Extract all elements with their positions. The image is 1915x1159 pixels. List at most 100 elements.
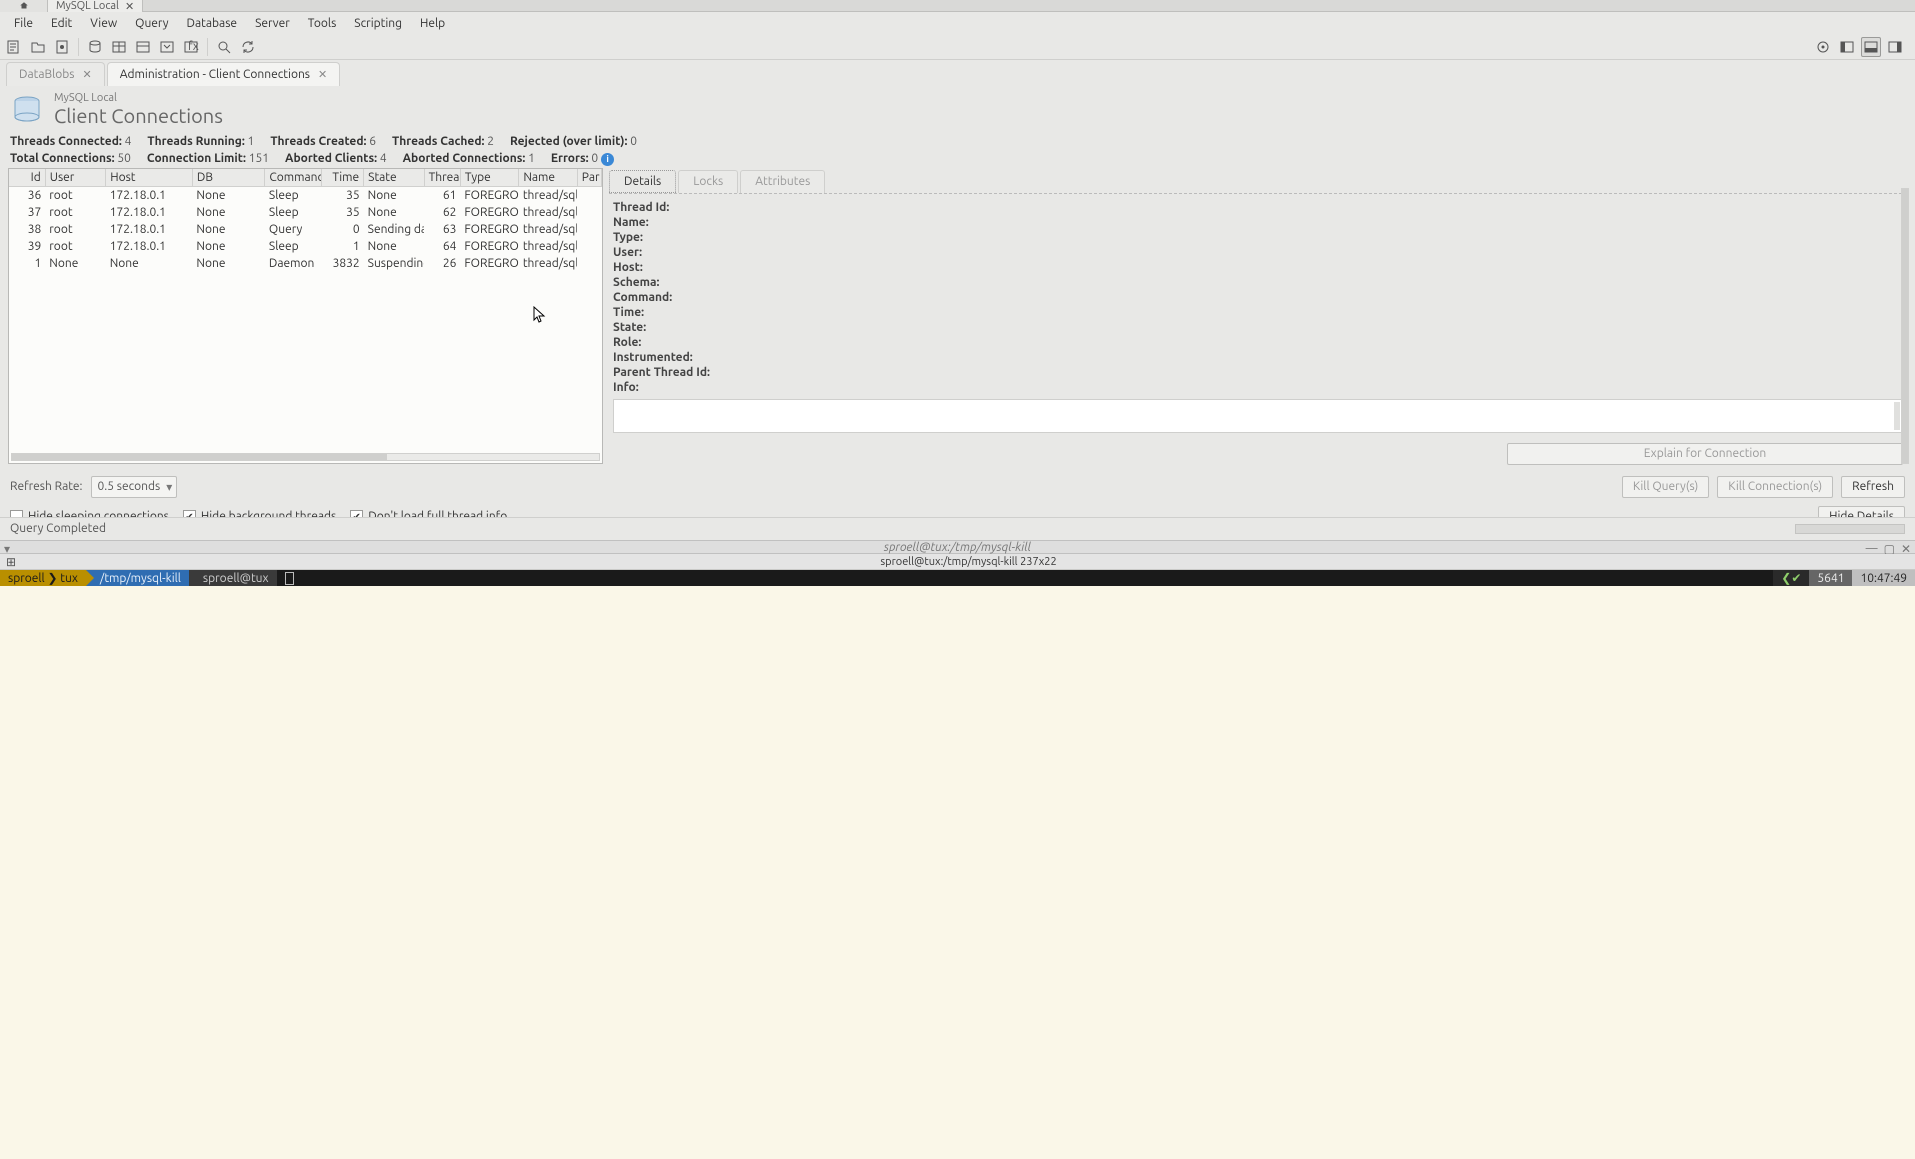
detail-info: Info: — [613, 380, 1903, 395]
document-tab-bar: DataBlobs ✕ Administration - Client Conn… — [0, 60, 1915, 86]
table-row[interactable]: 36root172.18.0.1NoneSleep35None61FOREGRO… — [9, 187, 602, 205]
col-name[interactable]: Name — [519, 169, 577, 187]
svg-text:fx: fx — [188, 40, 199, 53]
detail-host: Host: — [613, 260, 1903, 275]
menu-bar: File Edit View Query Database Server Too… — [0, 12, 1915, 34]
vertical-scrollbar[interactable] — [1894, 402, 1900, 430]
col-time[interactable]: Time — [321, 169, 363, 187]
col-host[interactable]: Host — [106, 169, 193, 187]
table-row[interactable]: 37root172.18.0.1NoneSleep35None62FOREGRO… — [9, 204, 602, 221]
close-icon[interactable]: ✕ — [83, 68, 92, 81]
detail-tab-bar: Details Locks Attributes — [609, 170, 1907, 193]
close-icon[interactable]: ✕ — [125, 0, 134, 13]
kill-query-button[interactable]: Kill Query(s) — [1622, 476, 1709, 498]
db-add-icon[interactable] — [85, 37, 105, 57]
reconnect-icon[interactable] — [238, 37, 258, 57]
tab-attributes[interactable]: Attributes — [740, 170, 825, 193]
settings-icon[interactable] — [1813, 37, 1833, 57]
page-subtitle: MySQL Local — [54, 92, 223, 104]
page-title: Client Connections — [54, 104, 223, 127]
stats-row-2: Total Connections: 50 Connection Limit: … — [0, 150, 1915, 168]
stat-value: 2 — [487, 135, 494, 148]
stats-row-1: Threads Connected: 4 Threads Running: 1 … — [0, 133, 1915, 150]
sql-script-icon[interactable] — [52, 37, 72, 57]
db-table-icon[interactable] — [109, 37, 129, 57]
tab-datablobs[interactable]: DataBlobs ✕ — [6, 62, 105, 86]
status-bar: Query Completed — [0, 517, 1915, 539]
refresh-rate-select[interactable]: 0.5 seconds ▾ — [91, 476, 178, 498]
stat-value: 151 — [249, 152, 269, 165]
panel-left-icon[interactable] — [1837, 37, 1857, 57]
col-type[interactable]: Type — [460, 169, 518, 187]
stat-value: 1 — [248, 135, 255, 148]
status-scrollbar[interactable] — [1795, 524, 1905, 534]
menu-query[interactable]: Query — [127, 15, 176, 32]
tab-locks[interactable]: Locks — [678, 170, 738, 193]
server-icon — [10, 93, 44, 127]
pane-split-icon[interactable]: ⊞ — [0, 555, 22, 569]
menu-help[interactable]: Help — [412, 15, 453, 32]
terminal-title-bar[interactable]: ▾ sproell@tux:/tmp/mysql-kill —▢✕ — [0, 540, 1915, 554]
db-view-icon[interactable] — [133, 37, 153, 57]
terminal-cursor — [285, 572, 294, 585]
prompt-user: sproell ❯ tux — [0, 570, 86, 586]
tab-details[interactable]: Details — [609, 170, 676, 193]
explain-button[interactable]: Explain for Connection — [1507, 443, 1903, 465]
terminal-body[interactable] — [0, 586, 1915, 1159]
close-icon[interactable]: ✕ — [318, 68, 327, 81]
detail-instrumented: Instrumented: — [613, 350, 1903, 365]
search-icon[interactable] — [214, 37, 234, 57]
status-text: Query Completed — [10, 522, 106, 535]
menu-tools[interactable]: Tools — [300, 15, 345, 32]
terminal-tab-title: sproell@tux:/tmp/mysql-kill 237x22 — [22, 556, 1915, 568]
detail-user: User: — [613, 245, 1903, 260]
info-icon[interactable]: i — [601, 153, 614, 166]
connection-tab-label: MySQL Local — [56, 0, 119, 12]
tool-bar: fx — [0, 34, 1915, 60]
home-tab[interactable] — [0, 0, 48, 12]
col-db[interactable]: DB — [192, 169, 265, 187]
col-parent[interactable]: Par — [577, 169, 601, 187]
open-sql-icon[interactable] — [28, 37, 48, 57]
refresh-rate-label: Refresh Rate: — [10, 480, 83, 493]
menu-edit[interactable]: Edit — [43, 15, 80, 32]
col-state[interactable]: State — [364, 169, 424, 187]
menu-server[interactable]: Server — [247, 15, 298, 32]
stat-label: Connection Limit: — [147, 152, 246, 165]
connection-tab[interactable]: MySQL Local ✕ — [48, 0, 143, 12]
terminal-prompt[interactable]: sproell ❯ tux /tmp/mysql-kill sproell@tu… — [0, 570, 1915, 586]
new-sql-icon[interactable] — [4, 37, 24, 57]
detail-parent: Parent Thread Id: — [613, 365, 1903, 380]
detail-name: Name: — [613, 215, 1903, 230]
menu-view[interactable]: View — [82, 15, 125, 32]
menu-file[interactable]: File — [6, 15, 41, 32]
refresh-button[interactable]: Refresh — [1841, 476, 1905, 498]
col-user[interactable]: User — [45, 169, 105, 187]
col-id[interactable]: Id — [9, 169, 45, 187]
menu-scripting[interactable]: Scripting — [346, 15, 410, 32]
info-textarea[interactable] — [613, 399, 1903, 433]
connections-table[interactable]: Id User Host DB Command Time State Threa… — [8, 168, 603, 464]
panel-right-icon[interactable] — [1885, 37, 1905, 57]
table-row[interactable]: 39root172.18.0.1NoneSleep1None64FOREGROU… — [9, 238, 602, 255]
panel-bottom-icon[interactable] — [1861, 37, 1881, 57]
stat-value: 4 — [380, 152, 387, 165]
table-row[interactable]: 1NoneNoneNoneDaemon3832Suspending26FOREG… — [9, 255, 602, 272]
chevron-down-icon: ▾ — [166, 480, 172, 494]
prompt-path: /tmp/mysql-kill — [86, 570, 189, 586]
db-func-icon[interactable]: fx — [181, 37, 201, 57]
db-proc-icon[interactable] — [157, 37, 177, 57]
stat-label: Total Connections: — [10, 152, 115, 165]
horizontal-scrollbar[interactable] — [11, 453, 600, 461]
vertical-scrollbar[interactable] — [1901, 188, 1909, 464]
detail-state: State: — [613, 320, 1903, 335]
tab-client-connections[interactable]: Administration - Client Connections ✕ — [107, 62, 341, 86]
kill-connection-button[interactable]: Kill Connection(s) — [1717, 476, 1833, 498]
menu-database[interactable]: Database — [179, 15, 246, 32]
col-thread[interactable]: Thread — [424, 169, 460, 187]
col-command[interactable]: Command — [265, 169, 321, 187]
table-row[interactable]: 38root172.18.0.1NoneQuery0Sending data63… — [9, 221, 602, 238]
stat-value: 6 — [369, 135, 376, 148]
stat-label: Errors: — [551, 152, 589, 165]
controls-row: Refresh Rate: 0.5 seconds ▾ Kill Query(s… — [0, 464, 1915, 502]
